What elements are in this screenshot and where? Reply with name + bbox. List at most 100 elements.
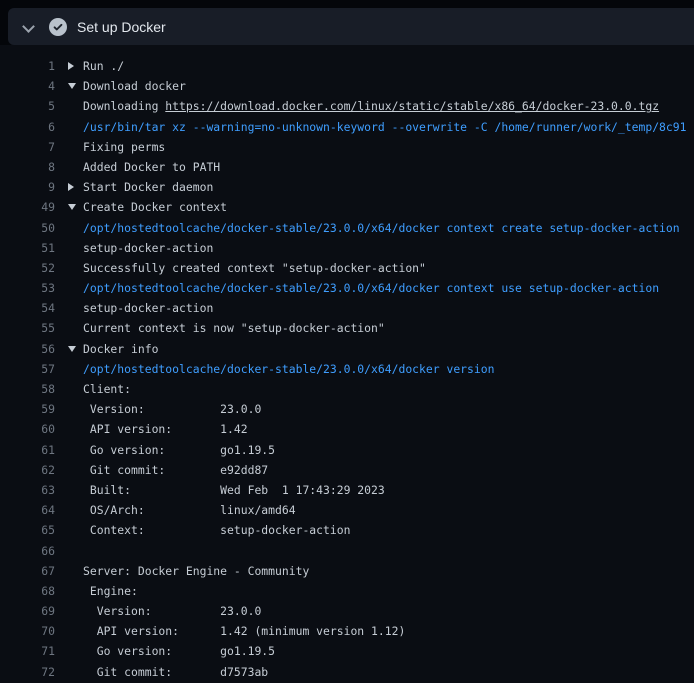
log-text: Run ./ — [83, 59, 124, 73]
log-row: 66 — [0, 541, 694, 561]
log-group-header[interactable]: Docker info — [68, 339, 158, 359]
log-row: 55 Current context is now "setup-docker-a… — [0, 318, 694, 338]
line-number[interactable]: 9 — [0, 177, 55, 197]
line-number[interactable]: 50 — [0, 218, 55, 238]
line-number[interactable]: 6 — [0, 117, 55, 137]
log-row: 60 API version: 1.42 — [0, 419, 694, 439]
triangle-down-icon[interactable] — [68, 76, 83, 96]
log-text: Current context is now "setup-docker-act… — [83, 321, 385, 335]
log-group-header[interactable]: Download docker — [68, 76, 186, 96]
log-text: setup-docker-action — [83, 241, 213, 255]
log-row: 5 Downloading https://download.docker.com… — [0, 96, 694, 116]
log-line-text: Fixing perms — [83, 137, 165, 157]
line-number[interactable]: 65 — [0, 520, 55, 540]
triangle-down-icon[interactable] — [68, 197, 83, 217]
log-line-text: /opt/hostedtoolcache/docker-stable/23.0.… — [83, 218, 680, 238]
log-row: 51 setup-docker-action — [0, 238, 694, 258]
log-line-text: /opt/hostedtoolcache/docker-stable/23.0.… — [83, 359, 494, 379]
log-row: 52 Successfully created context "setup-do… — [0, 258, 694, 278]
line-number[interactable]: 1 — [0, 56, 55, 76]
chevron-down-icon[interactable] — [20, 19, 36, 35]
line-number[interactable]: 58 — [0, 379, 55, 399]
line-number[interactable]: 63 — [0, 480, 55, 500]
log-row: 70 API version: 1.42 (minimum version 1.… — [0, 621, 694, 641]
line-number[interactable]: 7 — [0, 137, 55, 157]
line-number[interactable]: 54 — [0, 298, 55, 318]
log-line-text: Version: 23.0.0 — [83, 601, 261, 621]
triangle-right-icon[interactable] — [68, 177, 83, 197]
line-number[interactable]: 64 — [0, 500, 55, 520]
log-text: Successfully created context "setup-dock… — [83, 261, 426, 275]
line-number[interactable]: 51 — [0, 238, 55, 258]
log-row: 68 Engine: — [0, 581, 694, 601]
log-link[interactable]: https://download.docker.com/linux/static… — [165, 99, 659, 113]
line-number[interactable]: 49 — [0, 197, 55, 217]
line-number[interactable]: 62 — [0, 460, 55, 480]
line-number[interactable]: 67 — [0, 561, 55, 581]
log-line-text: Go version: go1.19.5 — [83, 440, 275, 460]
line-number[interactable]: 71 — [0, 641, 55, 661]
line-number[interactable]: 66 — [0, 541, 55, 561]
line-number[interactable]: 4 — [0, 76, 55, 96]
log-line-text: Git commit: d7573ab — [83, 662, 268, 682]
log-group-header[interactable]: Start Docker daemon — [68, 177, 213, 197]
log-text: Download docker — [83, 79, 186, 93]
log-text: Git commit: e92dd87 — [83, 463, 268, 477]
log-row: 72 Git commit: d7573ab — [0, 662, 694, 682]
line-number[interactable]: 57 — [0, 359, 55, 379]
log-line-text: /opt/hostedtoolcache/docker-stable/23.0.… — [83, 278, 659, 298]
line-number[interactable]: 68 — [0, 581, 55, 601]
log-row: 65 Context: setup-docker-action — [0, 520, 694, 540]
log-text: Go version: go1.19.5 — [83, 443, 275, 457]
log-row: 57/opt/hostedtoolcache/docker-stable/23.… — [0, 359, 694, 379]
log-group-header[interactable]: Run ./ — [68, 56, 124, 76]
triangle-down-icon[interactable] — [68, 339, 83, 359]
log-line-text: Git commit: e92dd87 — [83, 460, 268, 480]
log-line-text: OS/Arch: linux/amd64 — [83, 500, 296, 520]
line-number[interactable]: 61 — [0, 440, 55, 460]
checkmark-icon — [53, 22, 63, 32]
line-number[interactable]: 70 — [0, 621, 55, 641]
log-text: Server: Docker Engine - Community — [83, 564, 309, 578]
step-title: Set up Docker — [77, 19, 166, 35]
line-number[interactable]: 55 — [0, 318, 55, 338]
log-line-text: Go version: go1.19.5 — [83, 641, 275, 661]
log-text: Context: setup-docker-action — [83, 523, 350, 537]
log-row: 71 Go version: go1.19.5 — [0, 641, 694, 661]
log-line-text: Context: setup-docker-action — [83, 520, 350, 540]
log-text: Client: — [83, 382, 131, 396]
line-number[interactable]: 56 — [0, 339, 55, 359]
log-text: Engine: — [83, 584, 138, 598]
line-number[interactable]: 60 — [0, 419, 55, 439]
line-number[interactable]: 59 — [0, 399, 55, 419]
log-text: Built: Wed Feb 1 17:43:29 2023 — [83, 483, 385, 497]
log-row: 7 Fixing perms — [0, 137, 694, 157]
log-group-header[interactable]: Create Docker context — [68, 197, 227, 217]
log-row: 53/opt/hostedtoolcache/docker-stable/23.… — [0, 278, 694, 298]
log-line-text: API version: 1.42 — [83, 419, 248, 439]
log-line-text: Added Docker to PATH — [83, 157, 220, 177]
log-row: 58 Client: — [0, 379, 694, 399]
line-number[interactable]: 5 — [0, 96, 55, 116]
log-text: Fixing perms — [83, 140, 165, 154]
line-number[interactable]: 53 — [0, 278, 55, 298]
log-text: API version: 1.42 (minimum version 1.12) — [83, 624, 405, 638]
step-header[interactable]: Set up Docker — [8, 8, 694, 45]
log-row: 56 Docker info — [0, 339, 694, 359]
log-row: 4 Download docker — [0, 76, 694, 96]
log-row: 54 setup-docker-action — [0, 298, 694, 318]
log-text: setup-docker-action — [83, 301, 213, 315]
log-line-text: Engine: — [83, 581, 138, 601]
line-number[interactable]: 8 — [0, 157, 55, 177]
log-lines: 1 Run ./ 4 Download docker 5 Downloading http… — [0, 56, 694, 682]
log-row: 59 Version: 23.0.0 — [0, 399, 694, 419]
line-number[interactable]: 69 — [0, 601, 55, 621]
log-text: Docker info — [83, 342, 158, 356]
log-text: Downloading — [83, 99, 165, 113]
line-number[interactable]: 72 — [0, 662, 55, 682]
log-text: /usr/bin/tar xz --warning=no-unknown-key… — [83, 120, 686, 134]
log-line-text: Current context is now "setup-docker-act… — [83, 318, 385, 338]
line-number[interactable]: 52 — [0, 258, 55, 278]
log-line-text: API version: 1.42 (minimum version 1.12) — [83, 621, 405, 641]
triangle-right-icon[interactable] — [68, 56, 83, 76]
